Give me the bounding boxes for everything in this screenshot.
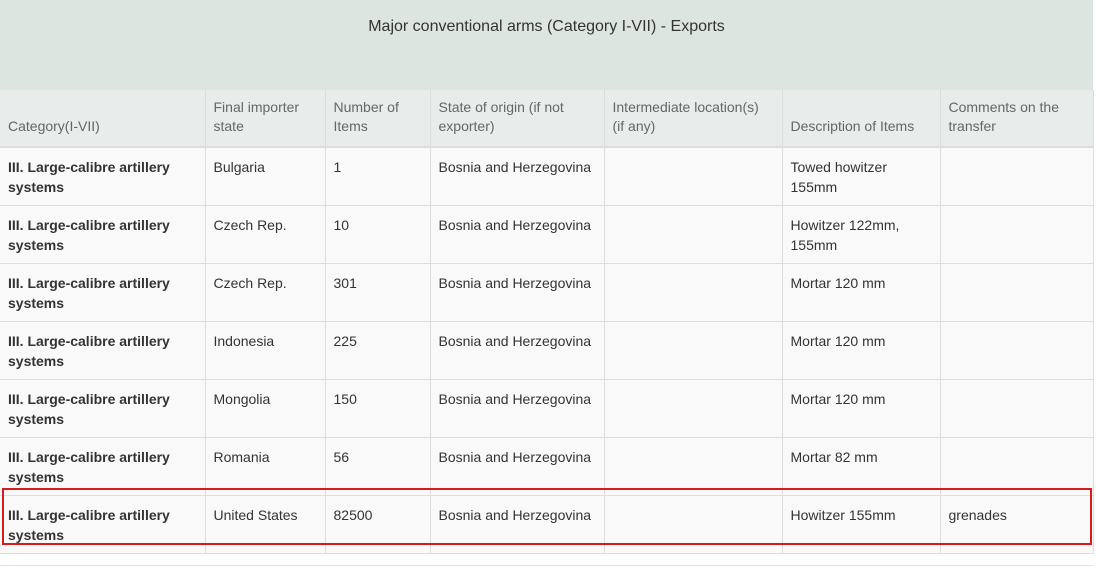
- cell-origin: Bosnia and Herzegovina: [430, 379, 605, 438]
- cell-intermediate: [604, 205, 783, 264]
- header-row: Category(I-VII) Final importer state Num…: [0, 90, 1094, 148]
- cell-category: III. Large-calibre artillery systems: [0, 205, 206, 264]
- cell-origin: Bosnia and Herzegovina: [430, 205, 605, 264]
- cell-importer: Czech Rep.: [205, 205, 326, 264]
- table-row: III. Large-calibre artillery systems Cze…: [0, 263, 1094, 322]
- table-row: III. Large-calibre artillery systems Cze…: [0, 205, 1094, 264]
- column-header-comments[interactable]: Comments on the transfer: [940, 90, 1094, 148]
- cell-category: III. Large-calibre artillery systems: [0, 321, 206, 380]
- cell-comments: [940, 437, 1094, 496]
- cell-importer: United States: [205, 495, 326, 554]
- cell-comments: [940, 205, 1094, 264]
- cell-intermediate: [604, 379, 783, 438]
- cell-comments: [940, 321, 1094, 380]
- cell-category: III. Large-calibre artillery systems: [0, 263, 206, 322]
- cell-importer: Mongolia: [205, 379, 326, 438]
- cell-comments: [940, 147, 1094, 206]
- table-row: III. Large-calibre artillery systems Ind…: [0, 321, 1094, 380]
- table-row: III. Large-calibre artillery systems Bul…: [0, 147, 1094, 206]
- cell-importer: Czech Rep.: [205, 263, 326, 322]
- table-title: Major conventional arms (Category I-VII)…: [368, 18, 725, 35]
- column-header-items[interactable]: Number of Items: [325, 90, 431, 148]
- cell-description: Howitzer 122mm, 155mm: [782, 205, 941, 264]
- column-header-category[interactable]: Category(I-VII): [0, 90, 206, 148]
- cell-importer: Romania: [205, 437, 326, 496]
- cell-origin: Bosnia and Herzegovina: [430, 321, 605, 380]
- cell-items: 150: [325, 379, 431, 438]
- column-header-description[interactable]: Description of Items: [782, 90, 941, 148]
- cell-category: III. Large-calibre artillery systems: [0, 147, 206, 206]
- cell-items: 1: [325, 147, 431, 206]
- cell-origin: Bosnia and Herzegovina: [430, 147, 605, 206]
- page: Major conventional arms (Category I-VII)…: [0, 0, 1096, 570]
- cell-items: 10: [325, 205, 431, 264]
- cell-comments: [940, 379, 1094, 438]
- cell-origin: Bosnia and Herzegovina: [430, 495, 605, 554]
- cell-intermediate: [604, 437, 783, 496]
- cell-description: Towed howitzer 155mm: [782, 147, 941, 206]
- cell-category: III. Large-calibre artillery systems: [0, 495, 206, 554]
- cell-importer: Indonesia: [205, 321, 326, 380]
- cell-intermediate: [604, 495, 783, 554]
- cell-items: 225: [325, 321, 431, 380]
- cell-description: Mortar 120 mm: [782, 379, 941, 438]
- column-header-importer[interactable]: Final importer state: [205, 90, 326, 148]
- cell-description: Mortar 82 mm: [782, 437, 941, 496]
- cell-intermediate: [604, 321, 783, 380]
- cell-intermediate: [604, 263, 783, 322]
- column-header-intermediate[interactable]: Intermediate location(s) (if any): [604, 90, 783, 148]
- cell-items: 301: [325, 263, 431, 322]
- cell-comments: grenades: [940, 495, 1094, 554]
- table-row: III. Large-calibre artillery systems Rom…: [0, 437, 1094, 496]
- cell-description: Howitzer 155mm: [782, 495, 941, 554]
- cell-category: III. Large-calibre artillery systems: [0, 379, 206, 438]
- column-header-origin[interactable]: State of origin (if not exporter): [430, 90, 605, 148]
- cell-category: III. Large-calibre artillery systems: [0, 437, 206, 496]
- exports-table: Category(I-VII) Final importer state Num…: [0, 90, 1094, 554]
- cell-intermediate: [604, 147, 783, 206]
- table-caption: Major conventional arms (Category I-VII)…: [0, 0, 1093, 90]
- cell-items: 56: [325, 437, 431, 496]
- divider: [0, 565, 1093, 566]
- cell-description: Mortar 120 mm: [782, 321, 941, 380]
- cell-importer: Bulgaria: [205, 147, 326, 206]
- cell-items: 82500: [325, 495, 431, 554]
- cell-origin: Bosnia and Herzegovina: [430, 263, 605, 322]
- table-row: III. Large-calibre artillery systems Mon…: [0, 379, 1094, 438]
- cell-description: Mortar 120 mm: [782, 263, 941, 322]
- cell-origin: Bosnia and Herzegovina: [430, 437, 605, 496]
- table-row-highlighted: III. Large-calibre artillery systems Uni…: [0, 495, 1094, 554]
- cell-comments: [940, 263, 1094, 322]
